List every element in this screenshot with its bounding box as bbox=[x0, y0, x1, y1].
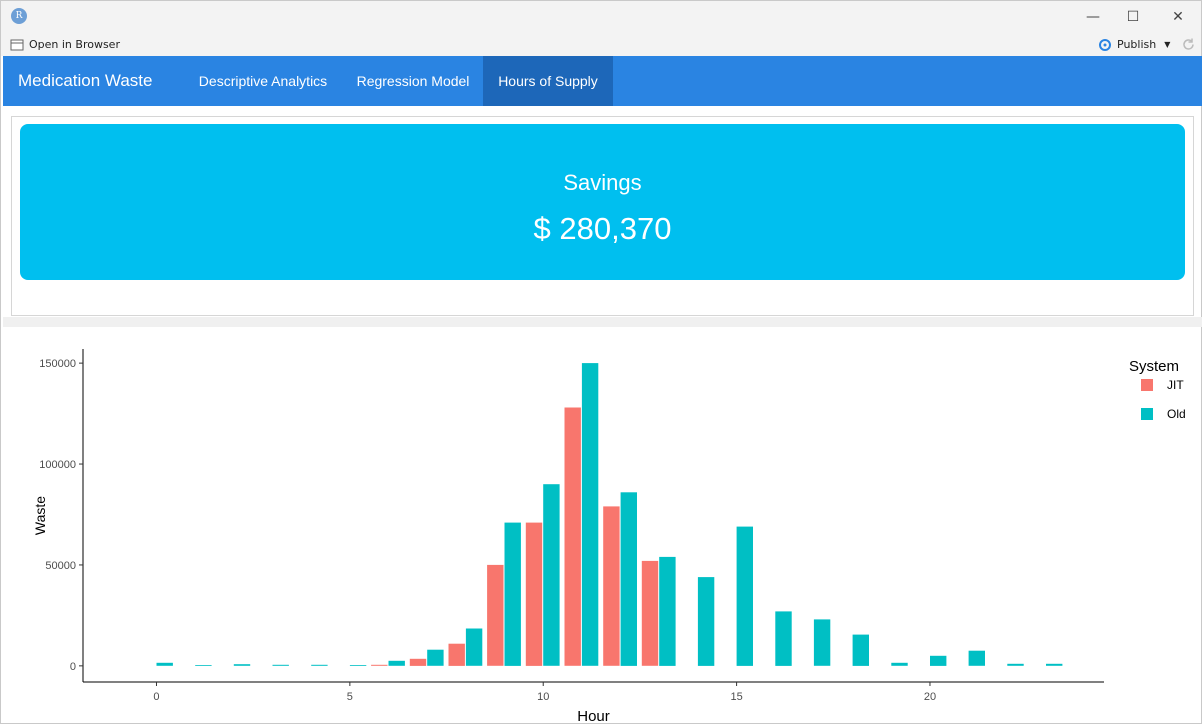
bar-old-hour-3 bbox=[272, 664, 289, 666]
open-in-browser-button[interactable]: Open in Browser bbox=[10, 38, 120, 51]
bar-old-hour-9 bbox=[504, 522, 521, 666]
savings-panel: Savings $ 280,370 bbox=[11, 116, 1194, 316]
bar-jit-hour-11 bbox=[564, 407, 581, 666]
x-tick-label: 5 bbox=[347, 691, 353, 703]
y-tick-label: 150000 bbox=[39, 358, 76, 370]
bar-old-hour-8 bbox=[465, 628, 483, 666]
legend-swatch-jit bbox=[1141, 379, 1153, 391]
navbar: Medication Waste Descriptive Analytics R… bbox=[3, 56, 1202, 106]
bar-jit-hour-13 bbox=[641, 560, 659, 666]
bar-old-hour-16 bbox=[775, 611, 792, 666]
bar-jit-hour-10 bbox=[525, 522, 543, 666]
bar-old-hour-18 bbox=[852, 634, 869, 666]
chevron-down-icon[interactable]: ▼ bbox=[1164, 40, 1170, 49]
bar-old-hour-20 bbox=[930, 655, 947, 666]
legend-label-old: Old bbox=[1167, 407, 1186, 421]
open-in-browser-label: Open in Browser bbox=[29, 38, 120, 51]
y-axis-label: Waste bbox=[32, 496, 48, 535]
value-box-value: $ 280,370 bbox=[533, 211, 672, 246]
legend-label-jit: JIT bbox=[1167, 378, 1184, 392]
bar-old-hour-0 bbox=[156, 662, 173, 666]
minimize-button[interactable]: — bbox=[1083, 7, 1103, 27]
x-axis-label: Hour bbox=[577, 708, 610, 723]
app-window: R — ☐ ✕ Open in Browser Publish ▼ Medica… bbox=[0, 0, 1202, 724]
title-bar: R — ☐ ✕ bbox=[1, 1, 1201, 34]
close-button[interactable]: ✕ bbox=[1168, 7, 1188, 27]
chart-legend: System JIT Old bbox=[1129, 358, 1186, 421]
tab-descriptive-analytics[interactable]: Descriptive Analytics bbox=[183, 56, 343, 106]
bar-jit-hour-6 bbox=[371, 664, 388, 666]
bar-jit-hour-12 bbox=[603, 506, 620, 666]
bar-old-hour-11 bbox=[581, 363, 599, 666]
bar-old-hour-4 bbox=[311, 664, 328, 666]
bar-old-hour-6 bbox=[388, 660, 405, 666]
value-box-title: Savings bbox=[563, 170, 642, 195]
tab-hours-of-supply[interactable]: Hours of Supply bbox=[483, 56, 613, 106]
bar-old-hour-23 bbox=[1046, 663, 1063, 666]
bar-old-hour-21 bbox=[968, 650, 985, 666]
x-tick-label: 10 bbox=[537, 691, 549, 703]
bar-jit-hour-9 bbox=[487, 564, 504, 666]
savings-value-box: Savings $ 280,370 bbox=[20, 124, 1185, 280]
bar-old-hour-7 bbox=[427, 649, 444, 666]
tab-regression-model[interactable]: Regression Model bbox=[343, 56, 483, 106]
bar-old-hour-12 bbox=[620, 492, 637, 666]
publish-label: Publish bbox=[1117, 38, 1157, 51]
viewer-toolbar: Open in Browser Publish ▼ bbox=[1, 34, 1201, 56]
y-tick-label: 0 bbox=[70, 661, 76, 673]
r-app-icon: R bbox=[11, 8, 27, 24]
publish-button[interactable]: Publish ▼ bbox=[1097, 38, 1170, 51]
y-tick-label: 50000 bbox=[45, 560, 76, 572]
bar-old-hour-14 bbox=[697, 577, 715, 666]
bar-old-hour-22 bbox=[1007, 663, 1024, 666]
bar-jit-hour-8 bbox=[448, 643, 465, 666]
x-tick-label: 15 bbox=[730, 691, 742, 703]
bar-jit-hour-7 bbox=[409, 658, 427, 666]
refresh-icon[interactable] bbox=[1181, 37, 1196, 52]
navbar-brand[interactable]: Medication Waste bbox=[18, 56, 152, 106]
waste-by-hour-chart: 0 5 10 15 20 0 50000 100000 150000 Hour Waste S… bbox=[32, 349, 1186, 723]
panel-separator bbox=[3, 317, 1202, 327]
browser-icon bbox=[10, 39, 24, 50]
x-tick-label: 0 bbox=[153, 691, 159, 703]
x-tick-label: 20 bbox=[924, 691, 936, 703]
maximize-button[interactable]: ☐ bbox=[1123, 7, 1143, 27]
bar-old-hour-5 bbox=[349, 665, 367, 666]
legend-title: System bbox=[1129, 358, 1179, 375]
bar-old-hour-13 bbox=[659, 556, 676, 666]
bar-old-hour-15 bbox=[736, 526, 753, 666]
bar-old-hour-1 bbox=[195, 665, 212, 666]
y-tick-label: 100000 bbox=[39, 459, 76, 471]
bar-old-hour-17 bbox=[813, 619, 831, 666]
publish-icon bbox=[1099, 38, 1111, 51]
bar-old-hour-19 bbox=[891, 662, 908, 666]
bar-old-hour-2 bbox=[233, 664, 251, 666]
legend-swatch-old bbox=[1141, 408, 1153, 420]
bar-old-hour-10 bbox=[543, 484, 560, 666]
